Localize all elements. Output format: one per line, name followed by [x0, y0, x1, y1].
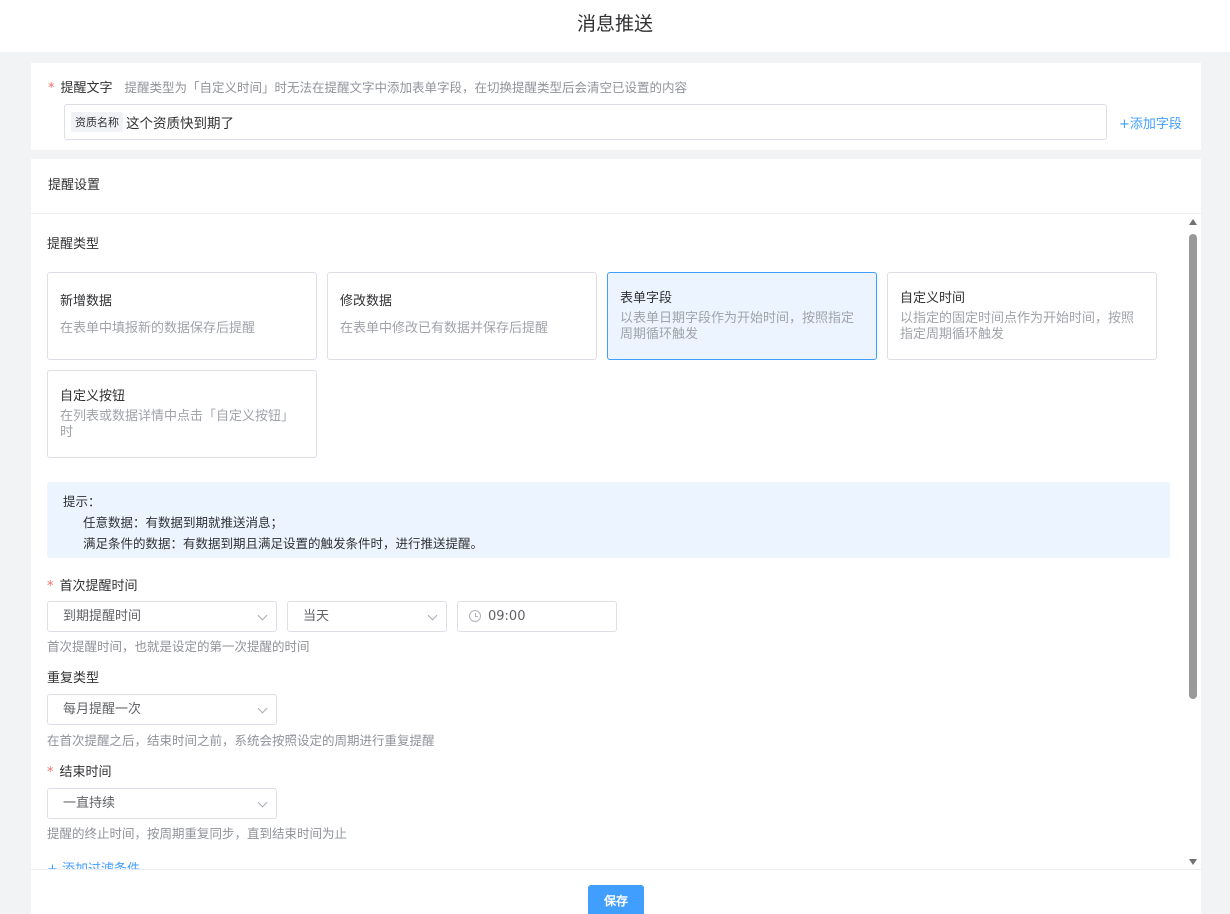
type-card-form-field[interactable]: 表单字段 以表单日期字段作为开始时间，按照指定周期循环触发: [607, 272, 877, 360]
select-value: 到期提醒时间: [63, 609, 142, 624]
first-reminder-field-select[interactable]: 到期提醒时间: [47, 601, 277, 632]
select-value: 当天: [303, 609, 330, 624]
add-filter-button[interactable]: + 添加过滤条件: [47, 858, 140, 869]
tip-title: 提示：: [63, 494, 101, 509]
required-mark: *: [47, 765, 54, 780]
reminder-text-content: 这个资质快到期了: [126, 116, 234, 132]
settings-scroll-area[interactable]: 提醒类型 新增数据 在表单中填报新的数据保存后提醒 修改数据 在表单中修改已有数…: [31, 215, 1201, 869]
end-time-label-row: * 结束时间: [47, 761, 112, 780]
field-tag[interactable]: 资质名称: [71, 112, 123, 132]
first-reminder-help: 首次提醒时间，也就是设定的第一次提醒的时间: [47, 639, 310, 654]
end-time-help: 提醒的终止时间，按周期重复同步，直到结束时间为止: [47, 826, 348, 841]
reminder-text-card: * 提醒文字 提醒类型为「自定义时间」时无法在提醒文字中添加表单字段，在切换提醒类型…: [31, 63, 1201, 150]
repeat-type-help: 在首次提醒之后，结束时间之前，系统会按照设定的周期进行重复提醒: [47, 733, 435, 748]
select-value: 一直持续: [63, 796, 116, 811]
tip-box: 提示： 任意数据：有数据到期就推送消息； 满足条件的数据：有数据到期且满足设置的…: [47, 482, 1170, 558]
clock-icon: [469, 610, 481, 622]
vertical-scrollbar[interactable]: [1187, 217, 1199, 869]
footer-bar: 保存: [31, 869, 1201, 914]
save-button[interactable]: 保存: [588, 885, 644, 914]
reminder-settings-card: 提醒设置 提醒类型 新增数据 在表单中填报新的数据保存后提醒 修改数据 在表单中…: [31, 159, 1201, 914]
type-card-new-data[interactable]: 新增数据 在表单中填报新的数据保存后提醒: [47, 272, 317, 360]
type-card-title: 新增数据: [60, 294, 113, 309]
add-field-button[interactable]: +添加字段: [1119, 113, 1182, 132]
chevron-down-icon: [257, 610, 268, 621]
type-card-desc: 在列表或数据详情中点击「自定义按钮」时: [60, 409, 288, 440]
end-time-select[interactable]: 一直持续: [47, 788, 277, 819]
reminder-text-hint: 提醒类型为「自定义时间」时无法在提醒文字中添加表单字段，在切换提醒类型后会清空已…: [124, 80, 688, 95]
chevron-down-icon: [257, 797, 268, 808]
tip-line: 任意数据：有数据到期就推送消息；: [83, 515, 284, 530]
scroll-up-arrow-icon[interactable]: [1189, 219, 1197, 225]
type-card-modify-data[interactable]: 修改数据 在表单中修改已有数据并保存后提醒: [327, 272, 597, 360]
tip-line: 满足条件的数据：有数据到期且满足设置的触发条件时，进行推送提醒。: [83, 536, 484, 551]
reminder-text-label: 提醒文字: [60, 81, 113, 96]
type-card-title: 自定义按钮: [60, 389, 126, 404]
type-card-title: 自定义时间: [900, 291, 966, 306]
required-mark: *: [47, 579, 54, 594]
type-card-title: 表单字段: [620, 291, 673, 306]
type-card-desc: 以指定的固定时间点作为开始时间，按照指定周期循环触发: [900, 311, 1135, 342]
page-title: 消息推送: [0, 0, 1230, 52]
required-mark: *: [48, 81, 55, 96]
first-reminder-day-select[interactable]: 当天: [287, 601, 447, 632]
type-card-desc: 在表单中填报新的数据保存后提醒: [60, 321, 256, 336]
scrollbar-thumb[interactable]: [1189, 234, 1197, 699]
end-time-label: 结束时间: [59, 765, 112, 780]
type-card-desc: 以表单日期字段作为开始时间，按照指定周期循环触发: [620, 311, 855, 342]
time-value: 09:00: [488, 609, 526, 624]
chevron-down-icon: [257, 703, 268, 714]
first-reminder-time-input[interactable]: 09:00: [457, 601, 617, 632]
type-card-custom-time[interactable]: 自定义时间 以指定的固定时间点作为开始时间，按照指定周期循环触发: [887, 272, 1157, 360]
select-value: 每月提醒一次: [63, 702, 142, 717]
scroll-down-arrow-icon[interactable]: [1189, 859, 1197, 865]
reminder-text-input[interactable]: 资质名称 这个资质快到期了: [64, 104, 1107, 140]
type-card-title: 修改数据: [340, 294, 393, 309]
first-reminder-label-row: * 首次提醒时间: [47, 575, 138, 594]
chevron-down-icon: [427, 610, 438, 621]
repeat-type-label: 重复类型: [47, 671, 100, 686]
first-reminder-label: 首次提醒时间: [59, 579, 138, 594]
type-card-custom-button[interactable]: 自定义按钮 在列表或数据详情中点击「自定义按钮」时: [47, 370, 317, 458]
reminder-text-label-row: * 提醒文字 提醒类型为「自定义时间」时无法在提醒文字中添加表单字段，在切换提醒类型…: [48, 77, 687, 96]
reminder-settings-header: 提醒设置: [31, 159, 1201, 214]
type-card-desc: 在表单中修改已有数据并保存后提醒: [340, 321, 549, 336]
repeat-type-select[interactable]: 每月提醒一次: [47, 694, 277, 725]
reminder-type-title: 提醒类型: [47, 237, 100, 252]
